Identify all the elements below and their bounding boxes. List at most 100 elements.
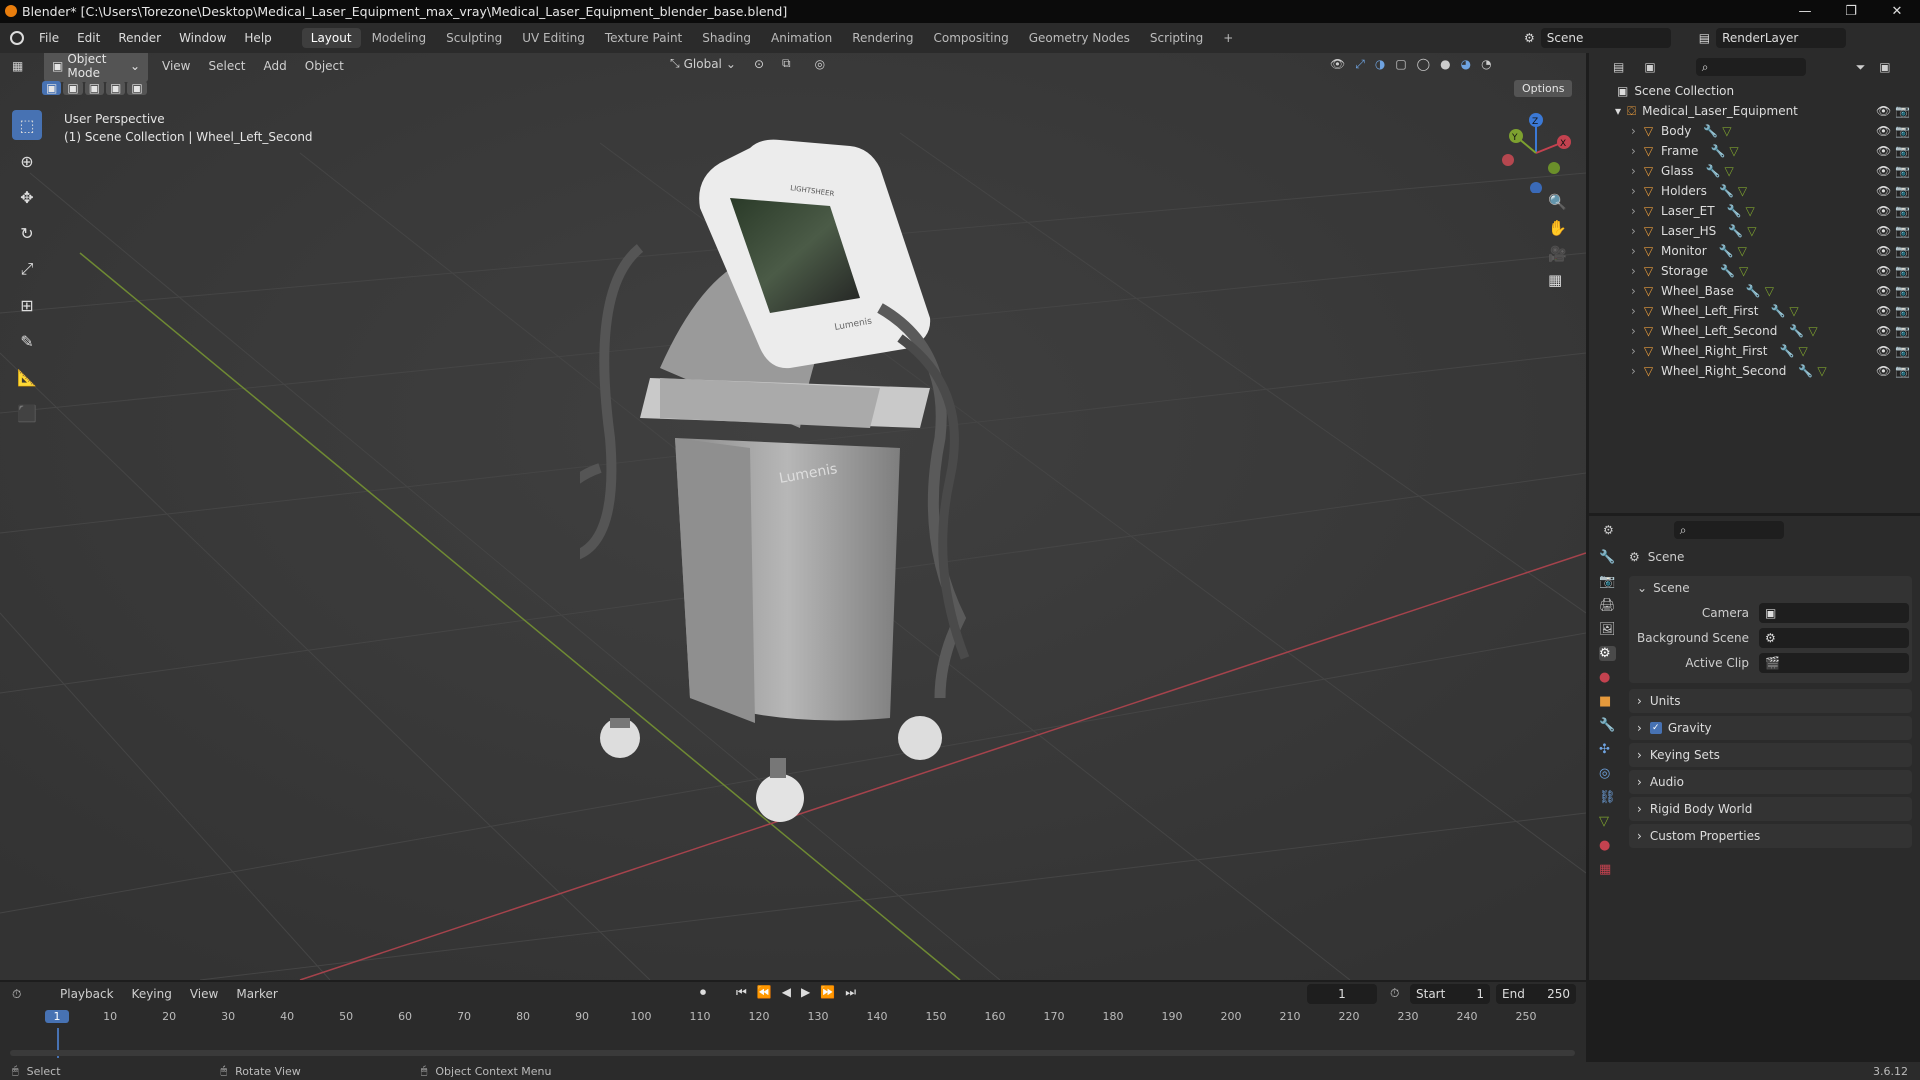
expand-arrow-icon[interactable]: ›	[1631, 244, 1636, 258]
tab-layout[interactable]: Layout	[301, 28, 361, 48]
expand-arrow-icon[interactable]: ›	[1631, 204, 1636, 218]
pivot-icon[interactable]: ⊙	[754, 57, 764, 71]
visibility-icons[interactable]: 👁 📷	[1876, 284, 1910, 298]
record-icon[interactable]: ⏺	[700, 985, 706, 1000]
scale-tool-icon[interactable]: ⤢	[12, 254, 42, 284]
timeline-ruler[interactable]: 1 10 20 30 40 50 60 70 80 90 100 110 120 130 140 150 160…	[0, 1008, 1586, 1028]
move-tool-icon[interactable]: ✥	[12, 182, 42, 212]
expand-arrow-icon[interactable]: ›	[1631, 324, 1636, 338]
expand-arrow-icon[interactable]: ›	[1631, 344, 1636, 358]
editor-type-icon[interactable]: ▦	[12, 59, 38, 73]
outliner-object-row[interactable]: › ▽ Wheel_Base 🔧 ▽ 👁 📷	[1589, 281, 1920, 301]
tab-scripting[interactable]: Scripting	[1141, 28, 1212, 48]
subpanel-units[interactable]: › Units	[1629, 689, 1912, 713]
proportional-edit-icon[interactable]: ◎	[815, 57, 825, 71]
gizmo-toggle-icon[interactable]: ⤢	[1355, 57, 1365, 72]
menu-select[interactable]: Select	[208, 59, 245, 73]
menu-view[interactable]: View	[162, 59, 190, 73]
outliner-object-row[interactable]: › ▽ Wheel_Right_First 🔧 ▽ 👁 📷	[1589, 341, 1920, 361]
expand-arrow-icon[interactable]: ›	[1631, 264, 1636, 278]
menu-keying[interactable]: Keying	[132, 987, 172, 1001]
subpanel-audio[interactable]: › Audio	[1629, 770, 1912, 794]
visibility-icons[interactable]: 👁 📷	[1876, 124, 1910, 138]
new-collection-icon[interactable]: ▣	[1879, 60, 1890, 74]
add-cube-tool-icon[interactable]: ⬛	[12, 398, 42, 428]
tab-compositing[interactable]: Compositing	[924, 28, 1017, 48]
overlay-toggle-icon[interactable]: ◑	[1375, 57, 1385, 72]
tool-tab-icon[interactable]: 🔧	[1599, 550, 1616, 565]
visibility-icons[interactable]: 👁 📷	[1876, 264, 1910, 278]
select-new-icon[interactable]: ▣	[42, 81, 62, 95]
blender-menu-icon[interactable]	[10, 31, 24, 45]
select-box-tool-icon[interactable]: ⬚	[12, 110, 42, 140]
cursor-tool-icon[interactable]: ⊕	[12, 146, 42, 176]
add-workspace-icon[interactable]: +	[1214, 28, 1242, 48]
camera-field[interactable]: ▣	[1759, 602, 1909, 623]
collection-visibility-icons[interactable]: 👁 📷	[1876, 104, 1910, 118]
3d-viewport[interactable]: LIGHTSHEER Lumenis Lumenis ▦ ▣ Object Mod…	[0, 53, 1586, 980]
pan-hand-icon[interactable]: ✋	[1548, 219, 1567, 237]
data-tab-icon[interactable]: ▽	[1599, 814, 1616, 829]
medical-laser-model[interactable]: LIGHTSHEER Lumenis Lumenis	[580, 138, 1020, 828]
subpanel-gravity[interactable]: › ✓ Gravity	[1629, 716, 1912, 740]
scene-tab-icon[interactable]: ⚙	[1599, 646, 1616, 661]
outliner-object-row[interactable]: › ▽ Monitor 🔧 ▽ 👁 📷	[1589, 241, 1920, 261]
transform-tool-icon[interactable]: ⊞	[12, 290, 42, 320]
visibility-icons[interactable]: 👁 📷	[1876, 204, 1910, 218]
texture-tab-icon[interactable]: ▦	[1599, 862, 1616, 877]
world-tab-icon[interactable]: ●	[1599, 670, 1616, 685]
select-intersect-icon[interactable]: ▣	[127, 81, 147, 95]
filter-icon[interactable]: ⏷	[1856, 60, 1866, 75]
minimize-icon[interactable]: —	[1782, 0, 1828, 23]
close-icon[interactable]: ✕	[1874, 0, 1920, 23]
outliner-object-row[interactable]: › ▽ Wheel_Left_First 🔧 ▽ 👁 📷	[1589, 301, 1920, 321]
menu-timeline-view[interactable]: View	[190, 987, 218, 1001]
expand-arrow-icon[interactable]: ›	[1631, 304, 1636, 318]
start-frame-field[interactable]: Start 1	[1410, 984, 1490, 1004]
menu-object[interactable]: Object	[305, 59, 344, 73]
navigation-gizmo[interactable]: Z Y X	[1496, 108, 1576, 193]
subpanel-custom-properties[interactable]: › Custom Properties	[1629, 824, 1912, 848]
prev-keyframe-icon[interactable]: ⏪	[757, 985, 772, 1000]
view-layer-selector[interactable]: RenderLayer	[1716, 28, 1847, 48]
tab-texture-paint[interactable]: Texture Paint	[596, 28, 691, 48]
object-tab-icon[interactable]: ■	[1599, 694, 1616, 709]
expand-arrow-icon[interactable]: ›	[1631, 184, 1636, 198]
jump-start-icon[interactable]: ⏮	[736, 985, 747, 1000]
end-frame-field[interactable]: End 250	[1496, 984, 1576, 1004]
visibility-icons[interactable]: 👁 📷	[1876, 364, 1910, 378]
visibility-icons[interactable]: 👁 📷	[1876, 304, 1910, 318]
annotate-tool-icon[interactable]: ✎	[12, 326, 42, 356]
select-extend-icon[interactable]: ▣	[63, 81, 83, 95]
tab-shading[interactable]: Shading	[693, 28, 760, 48]
constraints-tab-icon[interactable]: ⛓	[1599, 790, 1616, 805]
menu-add[interactable]: Add	[264, 59, 287, 73]
play-reverse-icon[interactable]: ◀	[782, 985, 791, 1000]
xray-icon[interactable]: ▢	[1395, 57, 1406, 72]
zoom-icon[interactable]: 🔍	[1548, 193, 1567, 211]
background-scene-field[interactable]: ⚙	[1759, 627, 1909, 648]
outliner-object-row[interactable]: › ▽ Wheel_Left_Second 🔧 ▽ 👁 📷	[1589, 321, 1920, 341]
expand-arrow-icon[interactable]: ›	[1631, 144, 1636, 158]
camera-view-icon[interactable]: 🎥	[1548, 245, 1567, 263]
visibility-icons[interactable]: 👁 📷	[1876, 144, 1910, 158]
ortho-grid-icon[interactable]: ▦	[1548, 271, 1567, 289]
visibility-icons[interactable]: 👁 📷	[1876, 244, 1910, 258]
menu-edit[interactable]: Edit	[68, 31, 109, 45]
expand-arrow-icon[interactable]: ›	[1631, 164, 1636, 178]
outliner-object-row[interactable]: › ▽ Frame 🔧 ▽ 👁 📷	[1589, 141, 1920, 161]
snap-icon[interactable]: ⧉	[782, 56, 791, 71]
rotate-tool-icon[interactable]: ↻	[12, 218, 42, 248]
collection-row[interactable]: ▾ ⛋ Medical_Laser_Equipment 👁 📷	[1589, 101, 1920, 121]
tab-geometry-nodes[interactable]: Geometry Nodes	[1020, 28, 1139, 48]
properties-search-input[interactable]: ⌕	[1673, 521, 1784, 539]
menu-marker[interactable]: Marker	[236, 987, 277, 1001]
outliner-object-row[interactable]: › ▽ Holders 🔧 ▽ 👁 📷	[1589, 181, 1920, 201]
preview-range-icon[interactable]: ⏱	[1390, 986, 1399, 1001]
modifier-tab-icon[interactable]: 🔧	[1599, 718, 1616, 733]
scene-collection-row[interactable]: ▣ Scene Collection	[1589, 81, 1920, 101]
outliner-editor-icon[interactable]: ▤	[1613, 60, 1624, 74]
outliner-object-row[interactable]: › ▽ Storage 🔧 ▽ 👁 📷	[1589, 261, 1920, 281]
expand-arrow-icon[interactable]: ›	[1631, 224, 1636, 238]
timeline-editor-icon[interactable]: ⏱	[12, 987, 42, 1002]
